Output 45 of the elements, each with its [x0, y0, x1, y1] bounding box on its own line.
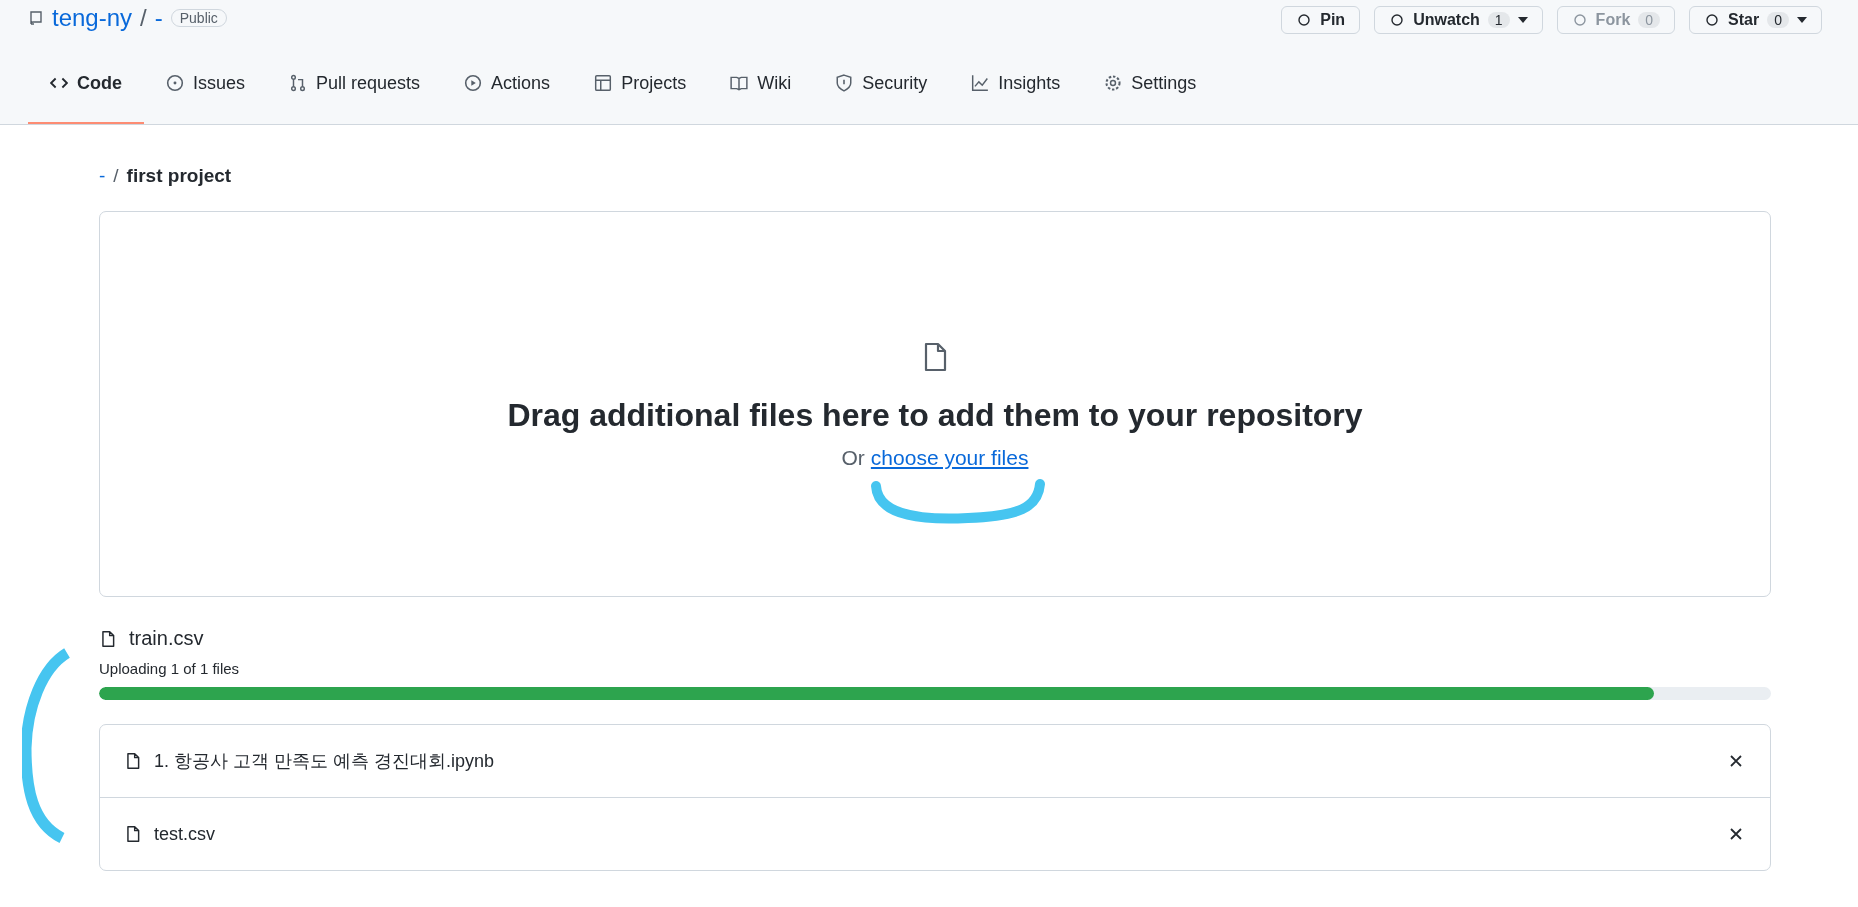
file-icon	[124, 752, 142, 770]
file-name: 1. 항공사 고객 만족도 예측 경진대회.ipynb	[154, 750, 496, 773]
repo-tab[interactable]: Actions	[442, 36, 573, 124]
repo-tab[interactable]: Code	[28, 36, 144, 124]
action-label: Pin	[1320, 11, 1346, 29]
shield-icon	[835, 74, 854, 92]
repo-tab[interactable]: Projects	[572, 36, 709, 124]
file-icon	[99, 629, 117, 648]
count-badge: 0	[1638, 12, 1661, 28]
play-icon	[464, 74, 483, 92]
owner-link[interactable]: teng-ny	[52, 4, 133, 32]
issue-icon	[166, 74, 184, 92]
repo-tab[interactable]: Insights	[949, 36, 1083, 124]
table-icon	[594, 74, 613, 92]
graph-icon	[971, 74, 990, 92]
action-label: Star	[1728, 11, 1760, 29]
action-label: Unwatch	[1413, 11, 1480, 29]
repo-tab[interactable]: Wiki	[708, 36, 814, 124]
gear-icon	[1104, 74, 1123, 92]
or-text: Or	[841, 445, 865, 470]
breadcrumb-link[interactable]: -	[99, 165, 106, 187]
file-name: train.csv	[129, 627, 204, 650]
upload-status: Uploading 1 of 1 files	[99, 660, 241, 677]
action-label: Fork	[1595, 11, 1631, 29]
choose-files-link[interactable]: choose your files	[870, 445, 1029, 470]
count-badge: 1	[1487, 12, 1510, 28]
repo-tab[interactable]: Security	[813, 36, 950, 124]
folder-name: first project	[126, 165, 232, 187]
repo-tab[interactable]: Issues	[144, 36, 268, 124]
repo-action-button[interactable]: Pin	[1281, 6, 1361, 34]
book-icon	[730, 74, 749, 92]
repo-tab[interactable]: Pull requests	[267, 36, 443, 124]
repo-link[interactable]: -	[154, 4, 163, 32]
repo-action-button[interactable]: Unwatch 1	[1374, 6, 1543, 34]
repo-tab[interactable]: Settings	[1082, 36, 1219, 124]
file-icon	[124, 825, 142, 843]
count-badge: 0	[1767, 12, 1789, 28]
path-separator: /	[140, 4, 147, 32]
breadcrumb-separator: /	[113, 165, 119, 187]
repo-icon	[28, 10, 44, 26]
dropzone-title: Drag additional files here to add them to your repository	[507, 396, 1363, 434]
pr-icon	[289, 74, 308, 92]
repo-action-button[interactable]: Star 0	[1689, 6, 1822, 34]
dropzone[interactable]: Drag additional files here to add them to your repository Or choose your files	[99, 211, 1771, 597]
file-name: test.csv	[154, 823, 216, 845]
